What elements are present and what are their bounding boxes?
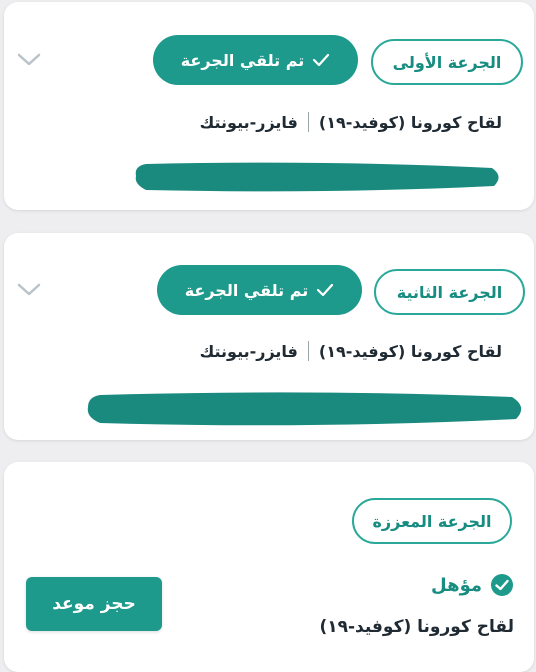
vaccine-name: لقاح كورونا (كوفيد-١٩)	[319, 617, 514, 637]
manufacturer-name: فايزر-بيونتك	[199, 341, 298, 361]
book-appointment-button[interactable]: حجز موعد	[26, 577, 162, 631]
dose-label-pill: الجرعة الثانية	[374, 269, 525, 315]
dose-status-badge: تم تلقي الجرعة	[153, 35, 358, 85]
redacted-detail	[135, 162, 499, 192]
separator	[307, 112, 309, 132]
vaccine-info: لقاح كورونا (كوفيد-١٩) فايزر-بيونتك	[200, 341, 502, 361]
status-label: تم تلقي الجرعة	[180, 50, 305, 70]
vaccine-name: لقاح كورونا (كوفيد-١٩)	[318, 341, 502, 361]
check-icon	[313, 53, 330, 67]
manufacturer-name: فايزر-بيونتك	[199, 112, 298, 132]
redacted-detail	[87, 392, 522, 426]
vaccine-name: لقاح كورونا (كوفيد-١٩)	[318, 112, 502, 132]
check-icon	[317, 283, 334, 297]
booster-dose-card[interactable]	[4, 462, 534, 672]
vaccine-info: لقاح كورونا (كوفيد-١٩)	[319, 617, 514, 637]
dose-status-badge: تم تلقي الجرعة	[157, 265, 362, 315]
book-button-label: حجز موعد	[52, 594, 136, 614]
dose-label: الجرعة الأولى	[392, 52, 502, 72]
chevron-down-icon[interactable]	[16, 52, 42, 68]
eligibility-status: مؤهل	[431, 573, 514, 597]
status-label: تم تلقي الجرعة	[184, 280, 309, 300]
dose-label-pill: الجرعة المعززة	[352, 498, 512, 544]
dose-label: الجرعة الثانية	[396, 282, 503, 302]
dose-label-pill: الجرعة الأولى	[371, 39, 523, 85]
chevron-down-icon[interactable]	[16, 282, 42, 298]
dose-label: الجرعة المعززة	[372, 511, 492, 531]
eligibility-label: مؤهل	[431, 574, 482, 596]
separator	[307, 341, 309, 361]
check-circle-icon	[491, 574, 513, 596]
vaccine-info: لقاح كورونا (كوفيد-١٩) فايزر-بيونتك	[200, 112, 502, 132]
